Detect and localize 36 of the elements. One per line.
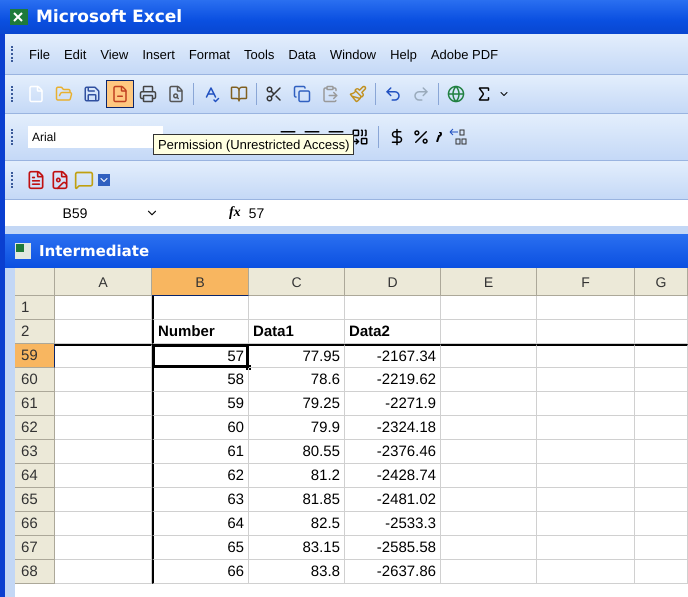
table-cell: Number (152, 320, 249, 344)
table-cell: 62 (152, 464, 249, 488)
table-cell: 80.55 (249, 440, 345, 464)
table-cell: 57 (152, 344, 249, 368)
table-cell: 83.8 (249, 560, 345, 584)
table-cell: 61 (152, 440, 249, 464)
table-cell: 64 (152, 512, 249, 536)
table-cell: -2428.74 (345, 464, 441, 488)
table-cell: -2376.46 (345, 440, 441, 464)
table-cell: -2219.62 (345, 368, 441, 392)
table-cell: 65 (152, 536, 249, 560)
table-cell: -2637.86 (345, 560, 441, 584)
table-cell: 81.2 (249, 464, 345, 488)
table-cell: 58 (152, 368, 249, 392)
table-cell: 79.9 (249, 416, 345, 440)
table-cell: 78.6 (249, 368, 345, 392)
table-cell: Data2 (345, 320, 441, 344)
table-cell: 59 (152, 392, 249, 416)
tooltip: Permission (Unrestricted Access) (153, 134, 354, 155)
table-cell: -2167.34 (345, 344, 441, 368)
table-cell: -2271.9 (345, 392, 441, 416)
table-cell: Data1 (249, 320, 345, 344)
table-cell: 60 (152, 416, 249, 440)
table-cell: -2533.3 (345, 512, 441, 536)
table-cell: 82.5 (249, 512, 345, 536)
table-cell: 79.25 (249, 392, 345, 416)
table-cell: -2481.02 (345, 488, 441, 512)
table-cell: 83.15 (249, 536, 345, 560)
table-cell: 77.95 (249, 344, 345, 368)
window-title: Microsoft Excel (36, 7, 182, 27)
table-cell: 81.85 (249, 488, 345, 512)
table-cell: 66 (152, 560, 249, 584)
table-cell: -2585.58 (345, 536, 441, 560)
table-cell: 63 (152, 488, 249, 512)
table-cell: -2324.18 (345, 416, 441, 440)
workbook-title: Intermediate (39, 242, 150, 260)
